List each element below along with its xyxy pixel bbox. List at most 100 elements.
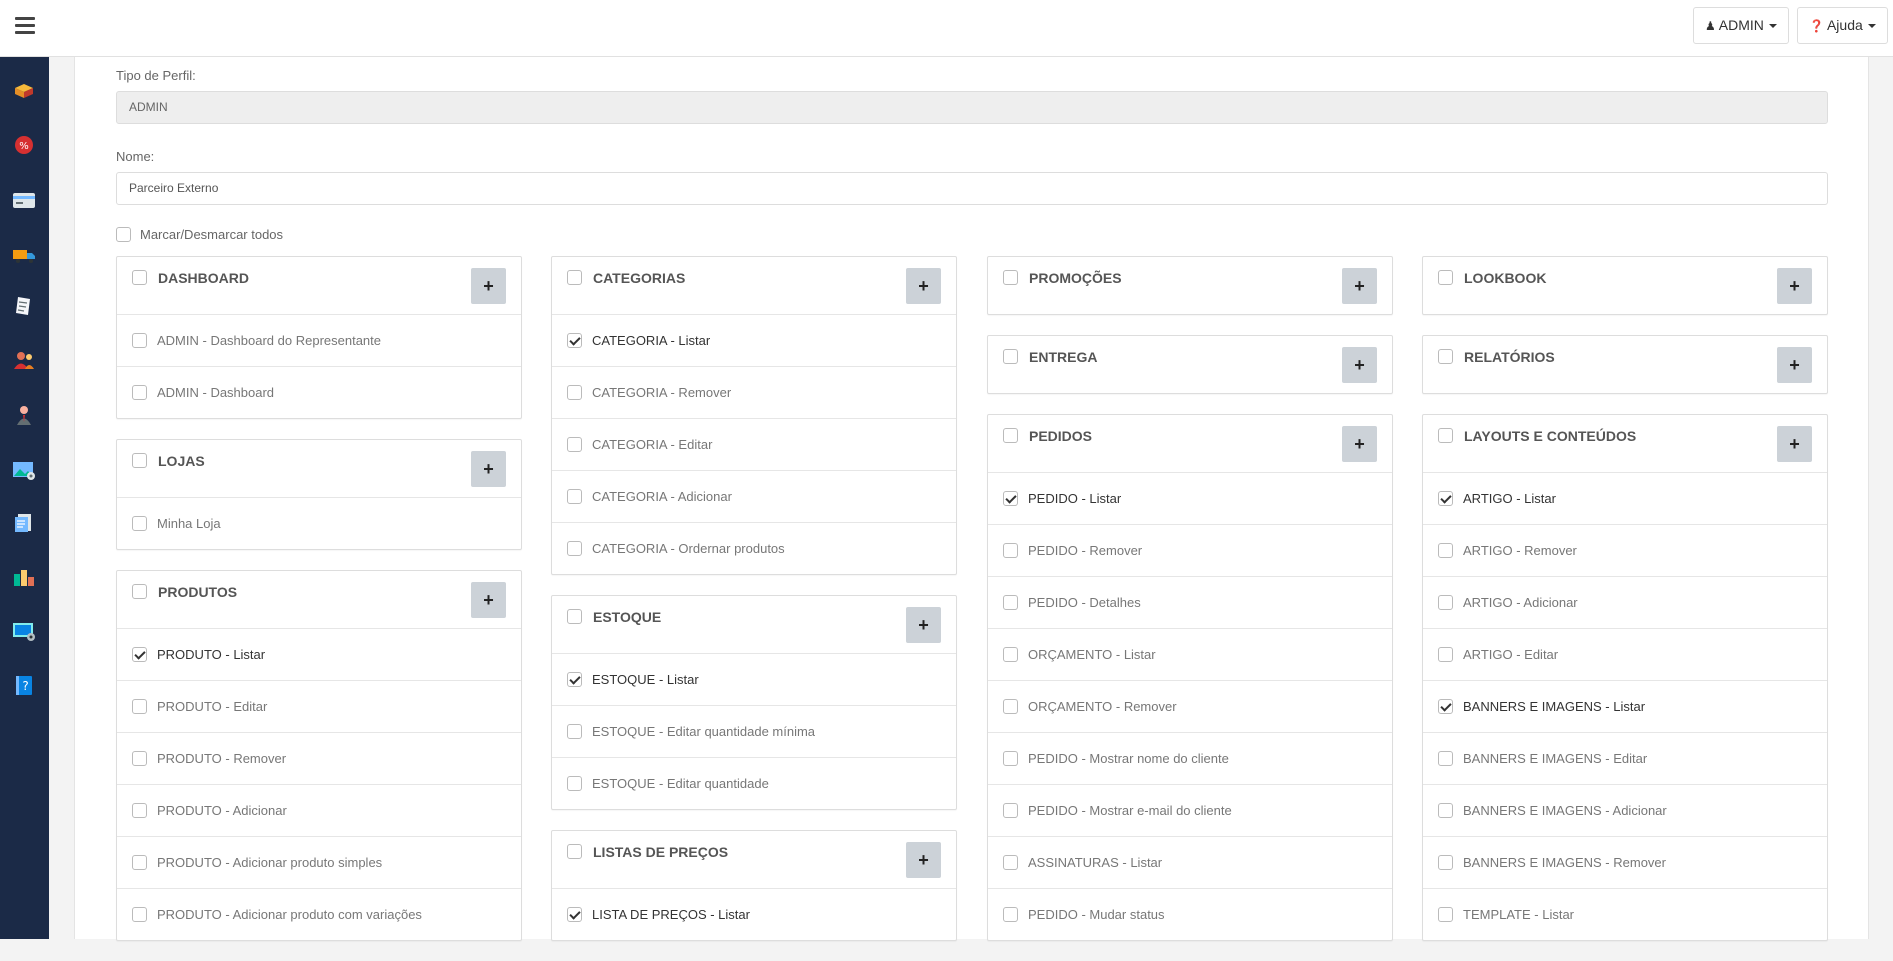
permission-item[interactable]: Minha Loja xyxy=(117,497,521,549)
permission-item[interactable]: ARTIGO - Remover xyxy=(1423,524,1827,576)
users-icon[interactable] xyxy=(12,349,36,371)
toggle-all[interactable]: Marcar/Desmarcar todos xyxy=(116,227,283,242)
permission-item[interactable]: CATEGORIA - Listar xyxy=(552,314,956,366)
permission-item[interactable]: PRODUTO - Adicionar produto simples xyxy=(117,836,521,888)
permission-item[interactable]: ARTIGO - Editar xyxy=(1423,628,1827,680)
permission-checkbox[interactable] xyxy=(1438,907,1453,922)
document-list-icon[interactable] xyxy=(12,512,36,534)
group-checkbox[interactable] xyxy=(1438,270,1453,285)
permission-checkbox[interactable] xyxy=(1438,595,1453,610)
permission-checkbox[interactable] xyxy=(132,385,147,400)
permission-checkbox[interactable] xyxy=(1438,855,1453,870)
boxes-icon[interactable] xyxy=(12,79,36,101)
expand-group-button[interactable]: + xyxy=(471,582,506,618)
permission-item[interactable]: ESTOQUE - Editar quantidade xyxy=(552,757,956,809)
permission-item[interactable]: PRODUTO - Editar xyxy=(117,680,521,732)
permission-checkbox[interactable] xyxy=(1438,751,1453,766)
permission-checkbox[interactable] xyxy=(567,489,582,504)
permission-checkbox[interactable] xyxy=(132,333,147,348)
permission-checkbox[interactable] xyxy=(132,699,147,714)
help-book-icon[interactable]: ? xyxy=(12,674,36,696)
permission-item[interactable]: CATEGORIA - Ordernar produtos xyxy=(552,522,956,574)
toggle-all-checkbox[interactable] xyxy=(116,227,131,242)
permission-item[interactable]: PRODUTO - Adicionar xyxy=(117,784,521,836)
permission-item[interactable]: TEMPLATE - Listar xyxy=(1423,888,1827,940)
permission-checkbox[interactable] xyxy=(567,541,582,556)
expand-group-button[interactable]: + xyxy=(471,451,506,487)
permission-checkbox[interactable] xyxy=(132,751,147,766)
permission-checkbox[interactable] xyxy=(132,855,147,870)
group-checkbox[interactable] xyxy=(1003,349,1018,364)
screen-settings-icon[interactable] xyxy=(12,620,36,642)
permission-item[interactable]: ADMIN - Dashboard xyxy=(117,366,521,418)
permission-item[interactable]: BANNERS E IMAGENS - Editar xyxy=(1423,732,1827,784)
permission-checkbox[interactable] xyxy=(567,333,582,348)
permission-checkbox[interactable] xyxy=(1003,491,1018,506)
permission-item[interactable]: ADMIN - Dashboard do Representante xyxy=(117,314,521,366)
permission-checkbox[interactable] xyxy=(567,385,582,400)
order-sheet-icon[interactable] xyxy=(12,295,36,317)
delivery-truck-icon[interactable] xyxy=(12,244,36,266)
expand-group-button[interactable]: + xyxy=(906,607,941,643)
group-checkbox[interactable] xyxy=(567,270,582,285)
user-menu-button[interactable]: ♟ ADMIN xyxy=(1693,7,1789,44)
group-checkbox[interactable] xyxy=(132,584,147,599)
permission-checkbox[interactable] xyxy=(567,776,582,791)
permission-item[interactable]: BANNERS E IMAGENS - Listar xyxy=(1423,680,1827,732)
permission-checkbox[interactable] xyxy=(1003,543,1018,558)
permission-checkbox[interactable] xyxy=(132,516,147,531)
group-checkbox[interactable] xyxy=(567,609,582,624)
group-checkbox[interactable] xyxy=(1003,428,1018,443)
permission-checkbox[interactable] xyxy=(1003,699,1018,714)
permission-checkbox[interactable] xyxy=(1438,699,1453,714)
permission-checkbox[interactable] xyxy=(1438,543,1453,558)
representative-icon[interactable] xyxy=(12,404,36,426)
permission-item[interactable]: BANNERS E IMAGENS - Adicionar xyxy=(1423,784,1827,836)
expand-group-button[interactable]: + xyxy=(1342,347,1377,383)
permission-checkbox[interactable] xyxy=(567,724,582,739)
permission-checkbox[interactable] xyxy=(1003,751,1018,766)
permission-item[interactable]: PEDIDO - Detalhes xyxy=(988,576,1392,628)
permission-checkbox[interactable] xyxy=(1003,855,1018,870)
permission-item[interactable]: ASSINATURAS - Listar xyxy=(988,836,1392,888)
permission-item[interactable]: PEDIDO - Remover xyxy=(988,524,1392,576)
permission-item[interactable]: LISTA DE PREÇOS - Listar xyxy=(552,888,956,940)
permission-checkbox[interactable] xyxy=(1003,595,1018,610)
group-checkbox[interactable] xyxy=(1438,349,1453,364)
credit-card-icon[interactable] xyxy=(12,189,36,211)
permission-checkbox[interactable] xyxy=(567,907,582,922)
expand-group-button[interactable]: + xyxy=(471,268,506,304)
permission-item[interactable]: ARTIGO - Listar xyxy=(1423,472,1827,524)
permission-item[interactable]: PEDIDO - Mostrar e-mail do cliente xyxy=(988,784,1392,836)
group-checkbox[interactable] xyxy=(567,844,582,859)
group-checkbox[interactable] xyxy=(132,270,147,285)
permission-item[interactable]: PRODUTO - Remover xyxy=(117,732,521,784)
expand-group-button[interactable]: + xyxy=(1777,426,1812,462)
expand-group-button[interactable]: + xyxy=(906,268,941,304)
hamburger-icon[interactable] xyxy=(15,17,35,34)
permission-checkbox[interactable] xyxy=(1003,647,1018,662)
group-checkbox[interactable] xyxy=(1438,428,1453,443)
permission-checkbox[interactable] xyxy=(1438,803,1453,818)
permission-item[interactable]: ARTIGO - Adicionar xyxy=(1423,576,1827,628)
permission-checkbox[interactable] xyxy=(1003,907,1018,922)
permission-checkbox[interactable] xyxy=(567,672,582,687)
group-checkbox[interactable] xyxy=(132,453,147,468)
expand-group-button[interactable]: + xyxy=(1777,268,1812,304)
permission-item[interactable]: PEDIDO - Mostrar nome do cliente xyxy=(988,732,1392,784)
permission-item[interactable]: ORÇAMENTO - Remover xyxy=(988,680,1392,732)
permission-item[interactable]: BANNERS E IMAGENS - Remover xyxy=(1423,836,1827,888)
permission-checkbox[interactable] xyxy=(567,437,582,452)
group-checkbox[interactable] xyxy=(1003,270,1018,285)
expand-group-button[interactable]: + xyxy=(1777,347,1812,383)
permission-checkbox[interactable] xyxy=(1438,491,1453,506)
discount-badge-icon[interactable]: % xyxy=(12,134,36,156)
permission-checkbox[interactable] xyxy=(1003,803,1018,818)
permission-checkbox[interactable] xyxy=(132,647,147,662)
expand-group-button[interactable]: + xyxy=(1342,268,1377,304)
help-menu-button[interactable]: ❓ Ajuda xyxy=(1797,7,1888,44)
permission-item[interactable]: ESTOQUE - Listar xyxy=(552,653,956,705)
permission-item[interactable]: PEDIDO - Mudar status xyxy=(988,888,1392,940)
expand-group-button[interactable]: + xyxy=(906,842,941,878)
name-field[interactable]: Parceiro Externo xyxy=(116,172,1828,205)
